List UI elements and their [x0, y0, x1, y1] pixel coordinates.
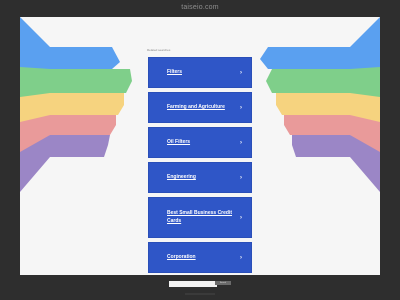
search-input[interactable]	[169, 281, 217, 287]
left-fan	[20, 17, 132, 192]
related-link-corporation[interactable]: Corporation ›	[148, 242, 252, 273]
chevron-right-icon: ›	[240, 69, 242, 76]
related-link-label: Filters	[167, 68, 183, 75]
related-link-label: Farming and Agriculture	[167, 103, 225, 110]
related-link-filters[interactable]: Filters ›	[148, 57, 252, 88]
related-link-label: Corporation	[167, 253, 196, 260]
chevron-right-icon: ›	[240, 104, 242, 111]
chevron-right-icon: ›	[240, 254, 242, 261]
content-panel: Related searches Filters › Farming and A…	[20, 17, 380, 275]
chevron-right-icon: ›	[240, 139, 242, 146]
search-button[interactable]: Search	[215, 281, 231, 285]
right-fan	[260, 17, 380, 192]
related-searches-label: Related searches	[147, 48, 171, 52]
chevron-right-icon: ›	[240, 214, 242, 221]
domain-title: taiseio.com	[181, 4, 219, 11]
related-link-oil-filters[interactable]: Oil Filters ›	[148, 127, 252, 158]
chevron-right-icon: ›	[240, 174, 242, 181]
footer-divider	[185, 293, 215, 295]
related-link-engineering[interactable]: Engineering ›	[148, 162, 252, 193]
related-link-label: Oil Filters	[167, 138, 191, 145]
related-link-label: Best Small Business Credit Cards	[167, 210, 233, 224]
related-link-best-small-business-credit-cards[interactable]: Best Small Business Credit Cards ›	[148, 197, 252, 238]
related-link-label: Engineering	[167, 173, 196, 180]
related-link-farming-and-agriculture[interactable]: Farming and Agriculture ›	[148, 92, 252, 123]
